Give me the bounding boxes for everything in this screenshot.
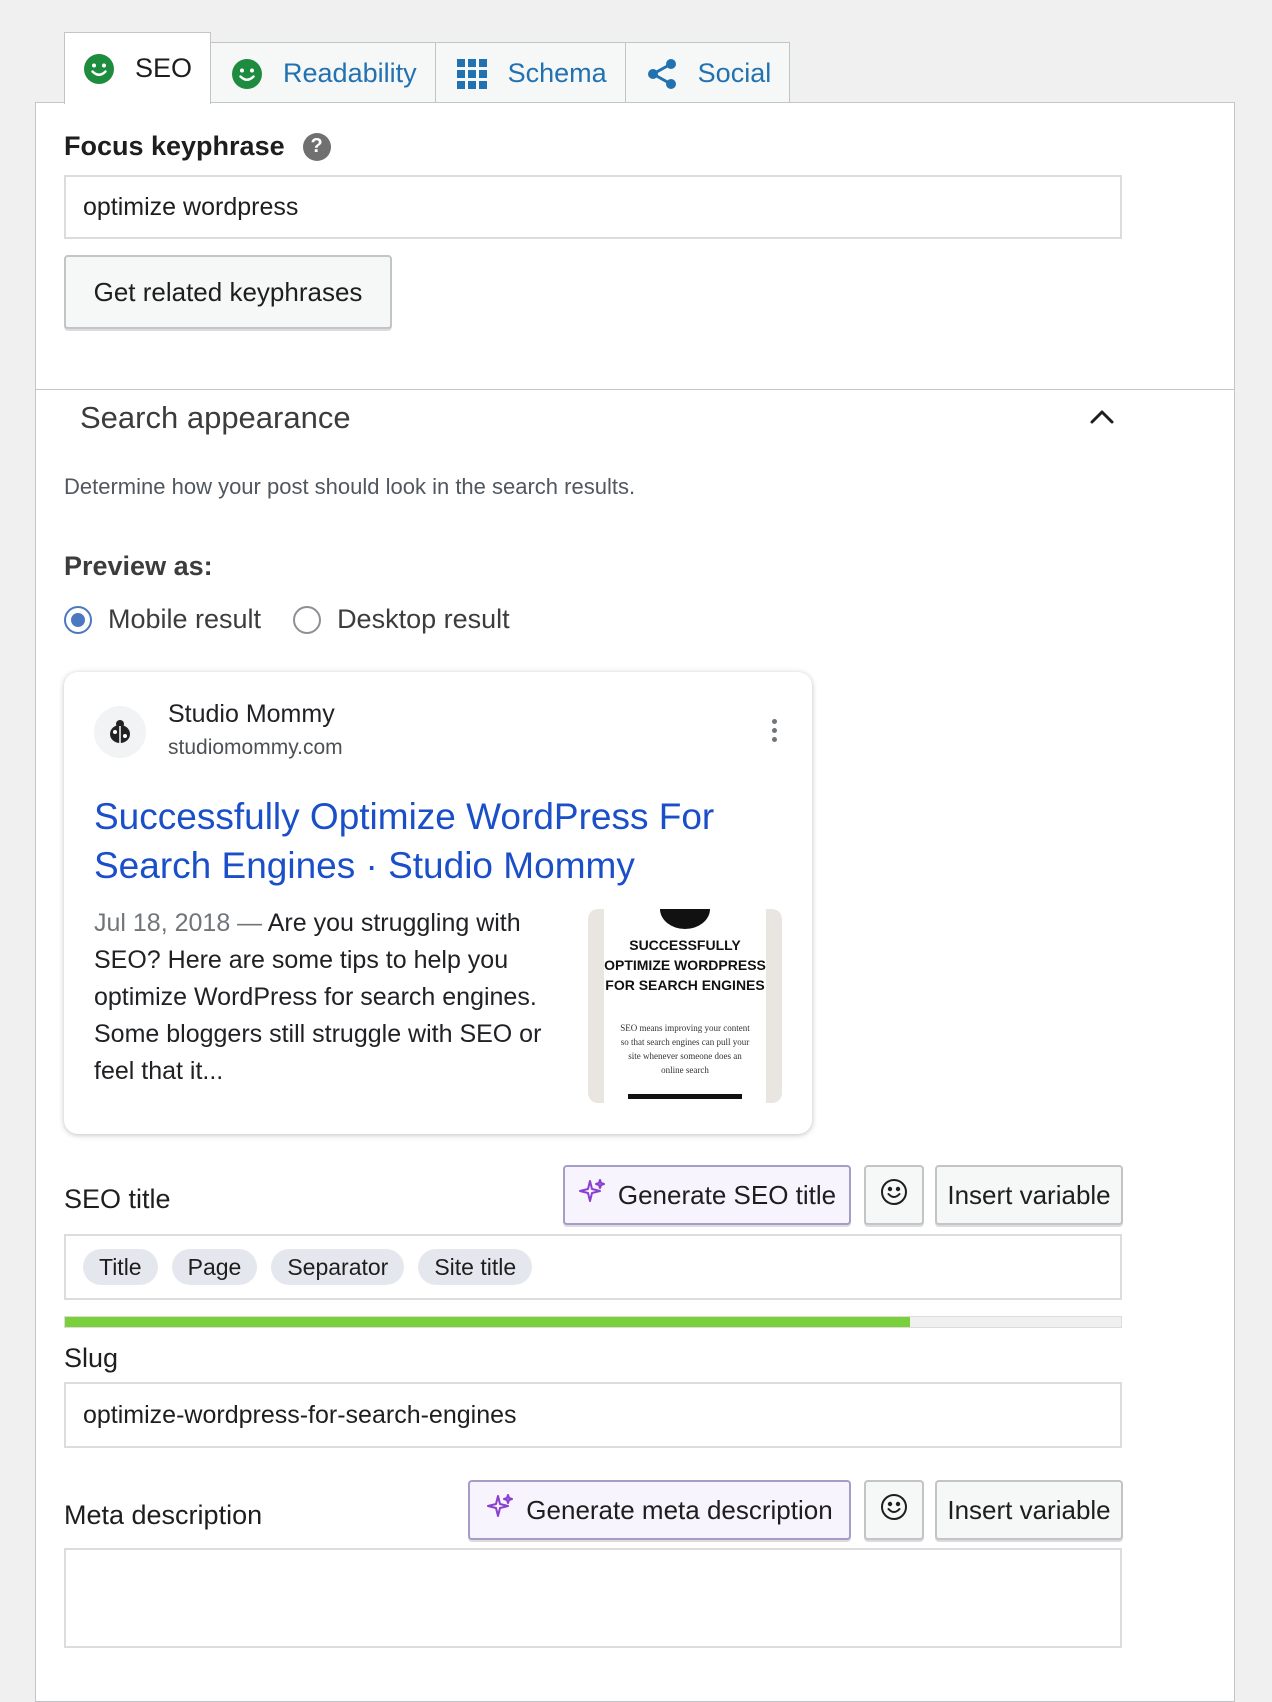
google-preview-card: Studio Mommy studiomommy.com Successfull… (64, 672, 812, 1134)
share-icon (646, 58, 678, 90)
slug-input[interactable]: optimize-wordpress-for-search-engines (64, 1382, 1122, 1448)
divider (36, 389, 1234, 390)
progress-fill (65, 1317, 910, 1327)
preview-result-title[interactable]: Successfully Optimize WordPress For Sear… (94, 792, 754, 890)
search-appearance-description: Determine how your post should look in t… (64, 474, 636, 499)
search-appearance-title: Search appearance (80, 400, 351, 435)
preview-thumbnail: SUCCESSFULLY OPTIMIZE WORDPRESS FOR SEAR… (588, 909, 782, 1103)
variable-chip-site-title[interactable]: Site title (418, 1249, 533, 1285)
generate-seo-title-button[interactable]: Generate SEO title (563, 1165, 851, 1225)
grid-icon (456, 58, 488, 90)
sparkles-icon (486, 1493, 514, 1528)
preview-site-name: Studio Mommy (168, 700, 335, 728)
desktop-result-radio[interactable] (293, 605, 322, 634)
tab-seo[interactable]: SEO (64, 32, 212, 106)
more-options-icon[interactable] (772, 719, 780, 746)
tab-readability[interactable]: Readability (210, 42, 436, 104)
emoji-picker-button[interactable] (864, 1165, 924, 1225)
generate-meta-description-label: Generate meta description (526, 1494, 833, 1525)
help-icon[interactable]: ? (302, 132, 331, 161)
focus-keyphrase-label-row: Focus keyphrase ? (64, 131, 331, 162)
seo-panel: Focus keyphrase ? optimize wordpress Get… (35, 102, 1235, 1702)
insert-variable-button[interactable]: Insert variable (935, 1480, 1123, 1540)
site-favicon (94, 706, 146, 758)
tab-schema[interactable]: Schema (434, 42, 626, 104)
slug-label: Slug (64, 1343, 119, 1373)
emoji-picker-button[interactable] (864, 1480, 924, 1540)
meta-description-label: Meta description (64, 1500, 263, 1530)
preview-site-url: studiomommy.com (168, 736, 343, 759)
seo-title-length-progress (64, 1316, 1122, 1328)
preview-date: Jul 18, 2018 (94, 909, 231, 937)
tab-label: SEO (135, 53, 193, 83)
tab-label: Schema (507, 58, 607, 88)
generate-meta-description-button[interactable]: Generate meta description (468, 1480, 851, 1540)
variable-chip-page[interactable]: Page (171, 1249, 258, 1285)
smiley-good-icon (231, 58, 263, 90)
seo-title-input[interactable]: Title Page Separator Site title (64, 1234, 1122, 1300)
focus-keyphrase-label: Focus keyphrase (64, 131, 285, 161)
focus-keyphrase-input[interactable]: optimize wordpress (64, 175, 1122, 239)
preview-date-dash: — (237, 909, 263, 937)
insert-variable-button[interactable]: Insert variable (935, 1165, 1123, 1225)
tab-label: Social (697, 58, 772, 88)
variable-chip-separator[interactable]: Separator (271, 1249, 405, 1285)
tab-social[interactable]: Social (624, 42, 791, 104)
desktop-result-label: Desktop result (337, 604, 510, 634)
meta-description-input[interactable] (64, 1548, 1122, 1648)
preview-snippet: Jul 18, 2018 — Are you struggling with S… (94, 905, 564, 1090)
sparkles-icon (578, 1178, 606, 1213)
thumbnail-heading: SUCCESSFULLY OPTIMIZE WORDPRESS FOR SEAR… (604, 937, 766, 993)
thumbnail-text: SEO means improving your content so that… (620, 1023, 750, 1075)
mobile-result-radio[interactable] (64, 605, 92, 634)
metabox-tabs: SEO Readability Schema Social (64, 32, 791, 106)
smiley-icon (880, 1178, 908, 1213)
preview-as-label: Preview as: (64, 551, 213, 581)
tab-label: Readability (283, 58, 417, 88)
preview-mode-options: Mobile result Desktop result (64, 604, 510, 635)
chevron-up-icon[interactable] (1088, 403, 1116, 436)
get-related-keyphrases-button[interactable]: Get related keyphrases (64, 255, 392, 329)
seo-title-label: SEO title (64, 1184, 171, 1214)
smiley-good-icon (83, 53, 115, 85)
ladybug-icon (110, 720, 130, 743)
variable-chip-title[interactable]: Title (83, 1249, 158, 1285)
generate-seo-title-label: Generate SEO title (617, 1179, 837, 1210)
smiley-icon (880, 1493, 908, 1528)
mobile-result-label: Mobile result (108, 604, 262, 634)
